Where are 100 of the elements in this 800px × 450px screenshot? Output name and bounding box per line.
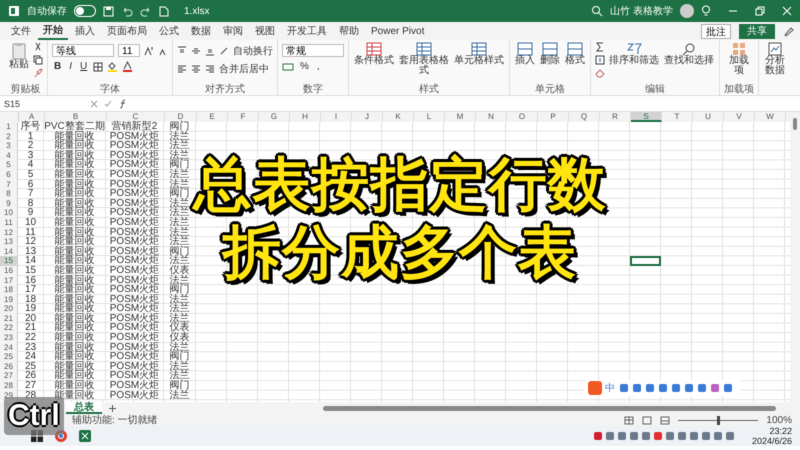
column-header[interactable]: N (476, 112, 507, 122)
row-header[interactable]: 11 (0, 218, 18, 228)
row-header[interactable]: 25 (0, 352, 18, 362)
row-header[interactable]: 7 (0, 180, 18, 190)
normal-view-icon[interactable] (624, 416, 634, 424)
cells-button[interactable]: 插入 (514, 42, 536, 66)
ribbon-tab[interactable]: Power Pivot (366, 24, 430, 38)
sum-icon[interactable] (595, 42, 605, 52)
row-header[interactable]: 21 (0, 314, 18, 324)
row-header[interactable]: 12 (0, 228, 18, 238)
column-header[interactable]: W (755, 112, 786, 122)
ribbon-tab[interactable]: 视图 (250, 23, 280, 39)
column-header[interactable]: Q (569, 112, 600, 122)
row-header[interactable]: 22 (0, 323, 18, 334)
number-format-field[interactable]: 常规 (282, 44, 344, 57)
align-middle-icon[interactable] (191, 46, 201, 56)
orientation-icon[interactable] (219, 46, 229, 56)
brush-icon[interactable] (33, 68, 43, 78)
number-format-button[interactable]: % (298, 61, 311, 72)
column-header[interactable]: M (445, 112, 476, 122)
input-mode[interactable]: 中 (605, 381, 615, 395)
align-left-icon[interactable] (177, 64, 187, 74)
row-header[interactable]: 2 (0, 132, 18, 142)
search-icon[interactable] (591, 5, 604, 17)
add-sheet-icon[interactable] (108, 404, 117, 412)
ribbon-tab[interactable]: 插入 (70, 23, 100, 39)
zoom-level[interactable]: 100% (766, 414, 792, 426)
row-header[interactable]: 19 (0, 294, 18, 304)
row-header[interactable]: 8 (0, 189, 18, 199)
horizontal-scrollbar[interactable] (323, 406, 776, 410)
document-icon[interactable] (159, 6, 169, 16)
row-header[interactable]: 27 (0, 371, 18, 382)
pen-icon[interactable] (783, 26, 794, 36)
row-header[interactable]: 23 (0, 333, 18, 343)
close-icon[interactable] (782, 6, 792, 16)
row-header[interactable]: 26 (0, 362, 18, 372)
sheet-tab[interactable]: 总表 (66, 402, 102, 414)
align-center-icon[interactable] (191, 64, 201, 74)
row-header[interactable]: 5 (0, 160, 18, 170)
grow-font-icon[interactable] (144, 46, 154, 56)
row-header[interactable]: 15 (0, 256, 18, 266)
ribbon-tab[interactable]: 公式 (154, 23, 184, 39)
editing-button[interactable]: 排序和筛选 (608, 42, 660, 66)
row-header[interactable]: 20 (0, 304, 18, 314)
currency-icon[interactable] (282, 62, 294, 72)
share-button[interactable]: 共享 (739, 24, 775, 38)
ribbon-tab[interactable]: 帮助 (334, 23, 364, 39)
column-header[interactable]: J (352, 112, 383, 122)
save-icon[interactable] (103, 6, 114, 16)
file-name[interactable]: 1.xlsx (184, 6, 210, 16)
wrap-text-button[interactable]: 自动换行 (233, 44, 273, 58)
column-header[interactable]: V (724, 112, 755, 122)
row-header[interactable]: 28 (0, 381, 18, 391)
check-icon[interactable] (104, 100, 112, 108)
column-header[interactable]: P (538, 112, 569, 122)
column-header[interactable]: T (662, 112, 693, 122)
row-header[interactable]: 16 (0, 266, 18, 276)
row-header[interactable]: 24 (0, 342, 18, 352)
row-header[interactable]: 1 (0, 122, 18, 132)
column-header[interactable]: S (631, 112, 662, 122)
ribbon-tab[interactable]: 开发工具 (282, 23, 332, 39)
cell-cursor[interactable] (630, 256, 661, 266)
ribbon-tab[interactable]: 文件 (6, 23, 36, 39)
fill-color-icon[interactable] (107, 61, 118, 72)
page-break-icon[interactable] (660, 416, 670, 424)
column-header[interactable]: L (414, 112, 445, 122)
zoom-thumb[interactable] (717, 416, 720, 424)
add-ins-button[interactable]: 加载项 (727, 42, 751, 76)
spreadsheet-app-icon[interactable] (78, 429, 92, 443)
name-box[interactable]: S15 (4, 98, 84, 108)
row-header[interactable]: 13 (0, 237, 18, 247)
column-header[interactable]: U (693, 112, 724, 122)
cells-button[interactable]: 格式 (564, 42, 586, 66)
format-button[interactable]: B (52, 61, 64, 72)
column-header[interactable]: K (383, 112, 414, 122)
font-color-icon[interactable] (122, 61, 134, 72)
vertical-scrollbar[interactable] (790, 112, 800, 402)
cancel-icon[interactable] (90, 100, 98, 108)
column-header[interactable]: F (228, 112, 259, 122)
editing-button[interactable]: 查找和选择 (663, 42, 715, 66)
scissors-icon[interactable] (33, 42, 43, 52)
redo-icon[interactable] (140, 6, 152, 16)
styles-button[interactable]: 条件格式 (353, 42, 395, 66)
row-header[interactable]: 6 (0, 170, 18, 180)
row-header[interactable]: 4 (0, 150, 18, 160)
styles-button[interactable]: 单元格样式 (453, 42, 505, 66)
cells-button[interactable]: 删除 (539, 42, 561, 66)
eraser-icon[interactable] (595, 68, 605, 78)
fill-down-icon[interactable] (595, 55, 605, 65)
borders-icon[interactable] (93, 62, 104, 72)
lightbulb-icon[interactable] (701, 5, 711, 17)
format-button[interactable]: I (67, 61, 74, 72)
column-header[interactable]: G (259, 112, 290, 122)
column-header[interactable]: I (321, 112, 352, 122)
row-header[interactable]: 18 (0, 285, 18, 295)
column-header[interactable]: O (507, 112, 538, 122)
row-header[interactable]: 17 (0, 276, 18, 286)
function-icon[interactable] (118, 98, 128, 108)
avatar[interactable] (680, 4, 694, 18)
ime-toolbar[interactable]: 中 (585, 380, 741, 396)
